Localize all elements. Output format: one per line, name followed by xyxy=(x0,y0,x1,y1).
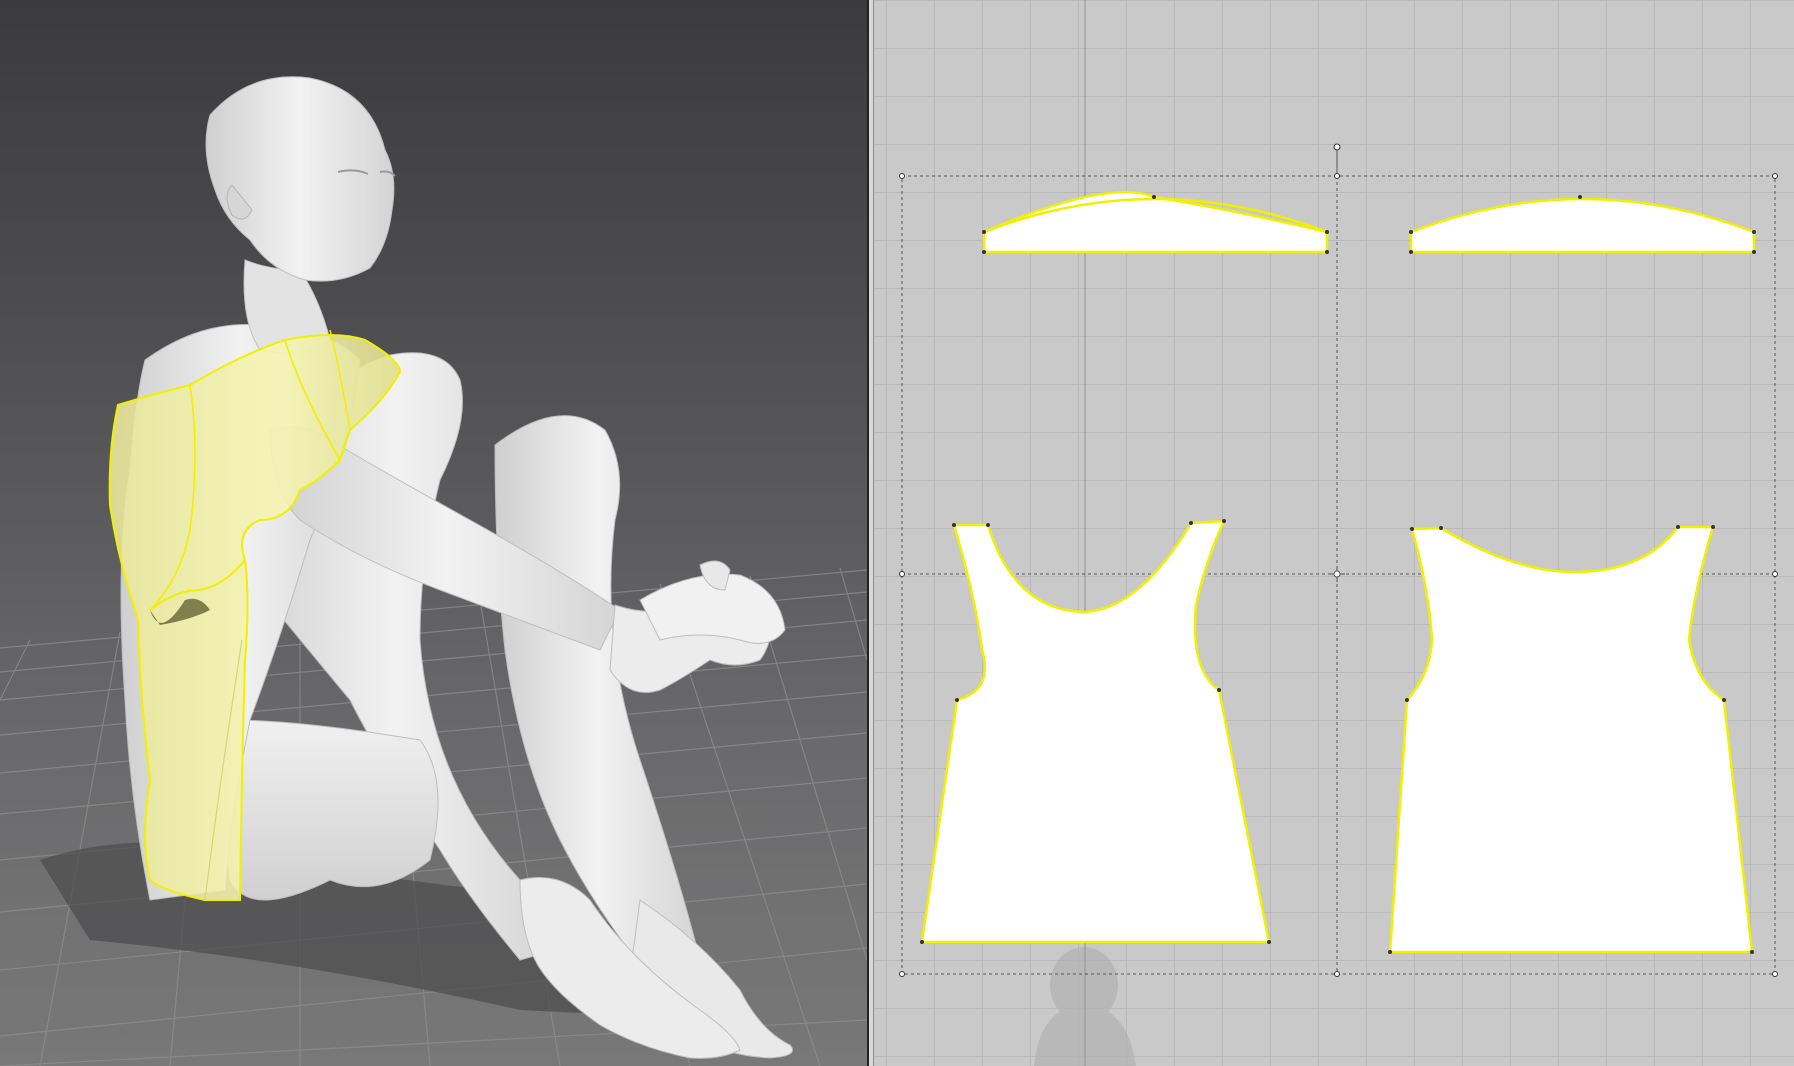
handle-bottom-center xyxy=(1334,971,1340,977)
handle-bottom-right xyxy=(1772,971,1778,977)
avatar-head xyxy=(205,76,396,282)
2d-pattern-canvas[interactable] xyxy=(874,0,1794,1066)
cloth-simulation-app xyxy=(0,0,1794,1066)
handle-top-left xyxy=(899,173,905,179)
rotate-handle xyxy=(1333,143,1341,151)
handle-bottom-left xyxy=(899,971,905,977)
viewport-splitter[interactable] xyxy=(867,0,874,1066)
pattern-front-bodice[interactable] xyxy=(920,519,1271,944)
handle-mid-left xyxy=(899,571,905,577)
avatar-hands xyxy=(609,560,786,693)
handle-top-right xyxy=(1772,173,1778,179)
3d-scene[interactable] xyxy=(0,0,867,1066)
3d-viewport[interactable] xyxy=(0,0,867,1066)
handle-mid-right xyxy=(1772,571,1778,577)
pattern-right-sleeve-band[interactable] xyxy=(1409,197,1756,254)
2d-pattern-viewport[interactable] xyxy=(874,0,1794,1066)
pattern-back-bodice[interactable] xyxy=(1388,525,1754,954)
pivot-icon[interactable] xyxy=(1329,566,1345,582)
handle-top-center xyxy=(1334,173,1340,179)
avatar-pelvis xyxy=(224,719,439,901)
pattern-left-sleeve-band[interactable] xyxy=(982,190,1329,254)
